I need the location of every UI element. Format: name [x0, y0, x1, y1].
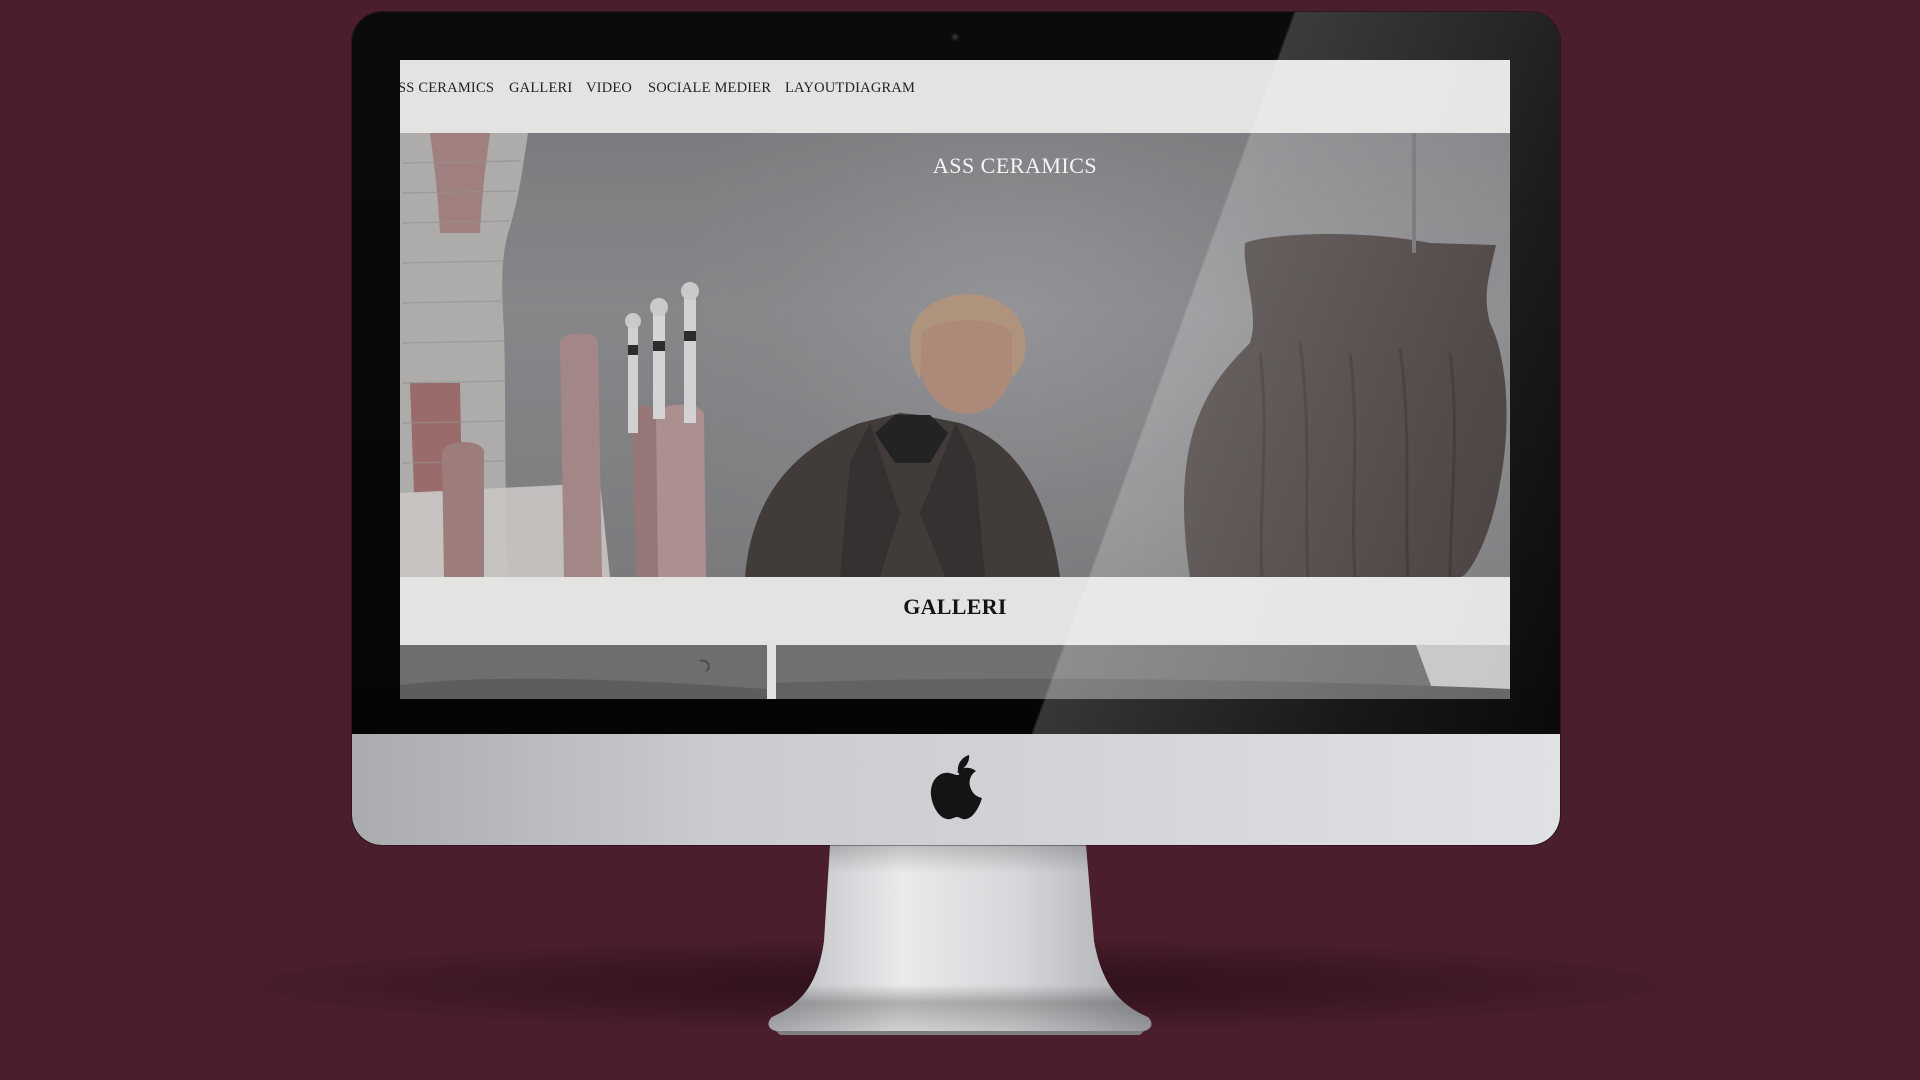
- gallery-thumbnail-image: [400, 645, 767, 699]
- gallery-title: GALLERI: [903, 594, 1007, 619]
- nav-item-galleri[interactable]: GALLERI: [509, 80, 572, 97]
- gallery-thumbnail-image: [776, 645, 1510, 699]
- hero-photo: [400, 133, 1510, 577]
- mockup-stage: SS CERAMICS GALLERI VIDEO SOCIALE MEDIER…: [0, 0, 1920, 1080]
- nav-item-ass-ceramics[interactable]: SS CERAMICS: [400, 80, 494, 97]
- gallery-thumbnail[interactable]: [400, 645, 767, 699]
- imac-monitor: SS CERAMICS GALLERI VIDEO SOCIALE MEDIER…: [352, 12, 1560, 845]
- nav-item-sociale-medier[interactable]: SOCIALE MEDIER: [648, 80, 771, 97]
- nav-item-layoutdiagram[interactable]: LAYOUTDIAGRAM: [785, 80, 915, 97]
- monitor-stand: [768, 845, 1152, 1035]
- nav-item-video[interactable]: VIDEO: [586, 80, 632, 97]
- hero-title: ASS CERAMICS: [932, 153, 1098, 178]
- top-navigation: SS CERAMICS GALLERI VIDEO SOCIALE MEDIER…: [400, 60, 1510, 133]
- website-screen: SS CERAMICS GALLERI VIDEO SOCIALE MEDIER…: [400, 60, 1510, 699]
- gallery-section-header: GALLERI: [400, 577, 1510, 645]
- gallery-thumbnail[interactable]: [776, 645, 1510, 699]
- apple-logo-icon: [930, 755, 982, 820]
- monitor-chin: [352, 734, 1560, 845]
- camera-icon: [951, 33, 959, 41]
- hero-section: ASS CERAMICS: [400, 133, 1510, 577]
